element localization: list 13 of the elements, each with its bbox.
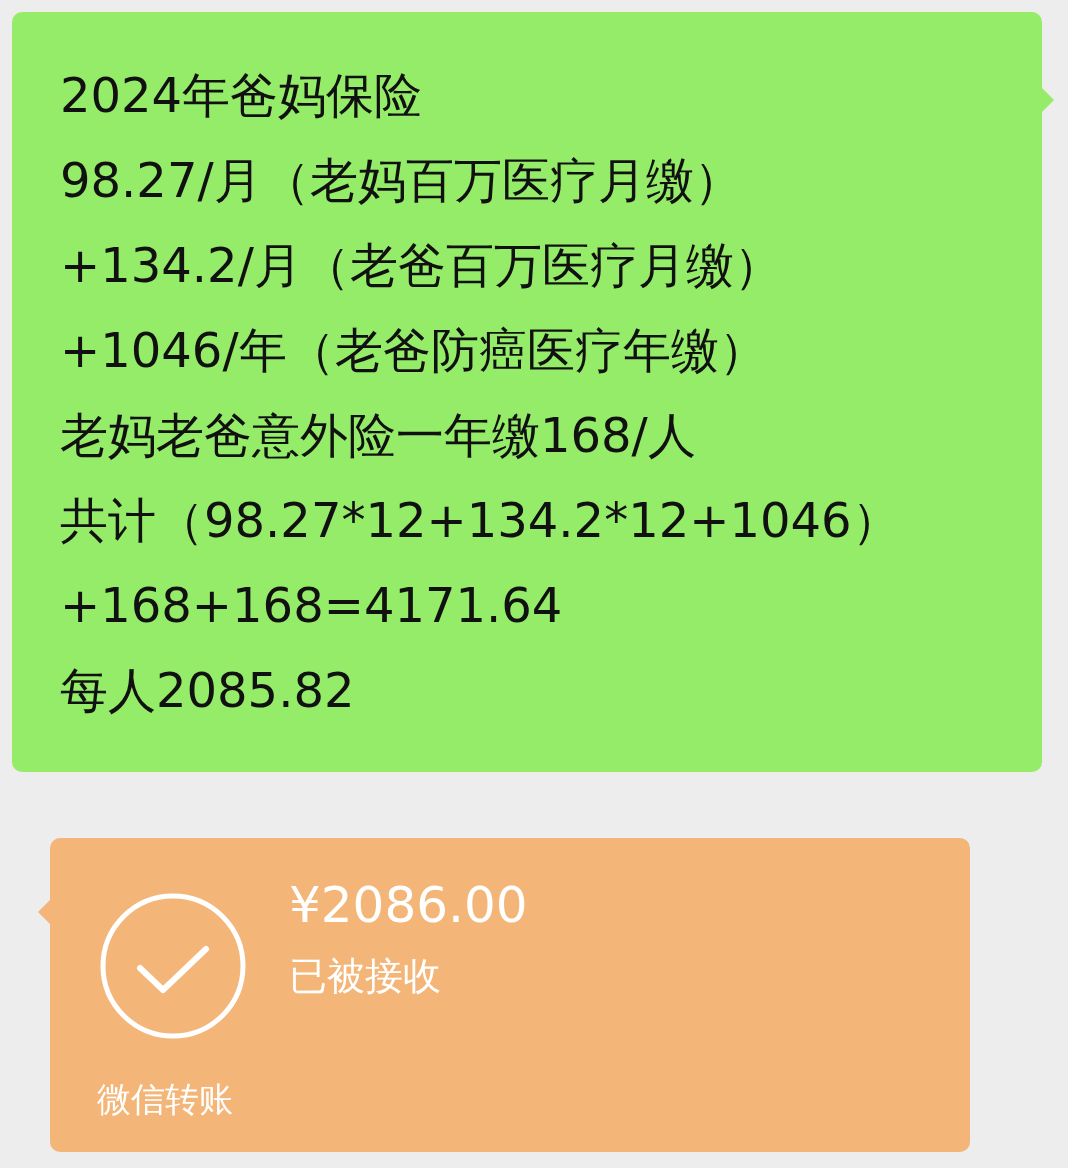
transfer-amount: ¥2086.00: [289, 875, 528, 936]
message-text: 共计（98.27*12+134.2*12+1046）: [60, 491, 901, 550]
transfer-label: 微信转账: [97, 1078, 234, 1121]
message-text: +168+168=4171.64: [60, 576, 564, 635]
message-text: +134.2/月（老爸百万医疗月缴）: [60, 236, 783, 295]
transfer-status: 已被接收: [289, 953, 442, 1000]
message-text: 2024年爸妈保险: [60, 66, 424, 125]
transfer-card[interactable]: ¥2086.00 已被接收 微信转账: [50, 838, 970, 1152]
message-text: +1046/年（老爸防癌医疗年缴）: [60, 321, 768, 380]
message-text: 每人2085.82: [60, 661, 356, 720]
message-text: 老妈老爸意外险一年缴168/人: [60, 406, 697, 465]
message-text: 98.27/月（老妈百万医疗月缴）: [60, 151, 743, 210]
check-circle-icon: [100, 893, 246, 1039]
